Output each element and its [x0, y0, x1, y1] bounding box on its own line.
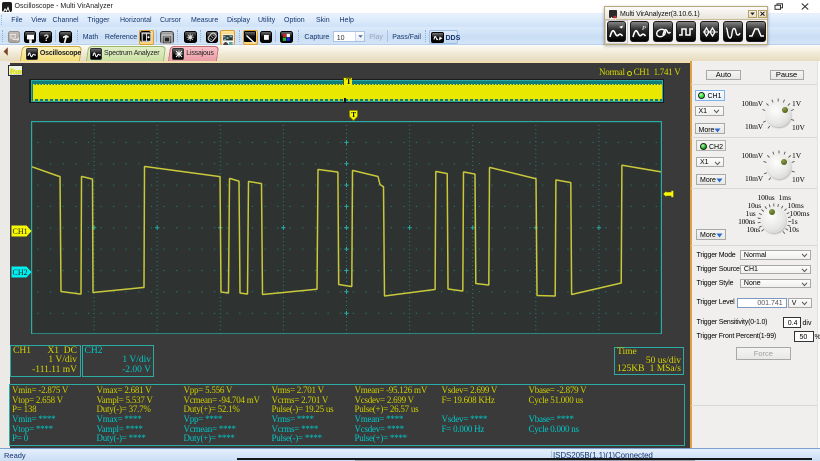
- svg-text:CH2: CH2: [13, 267, 28, 276]
- svg-text:P: P: [641, 25, 646, 32]
- svg-text:CH1: CH1: [13, 227, 28, 236]
- svg-text:T: T: [351, 110, 356, 119]
